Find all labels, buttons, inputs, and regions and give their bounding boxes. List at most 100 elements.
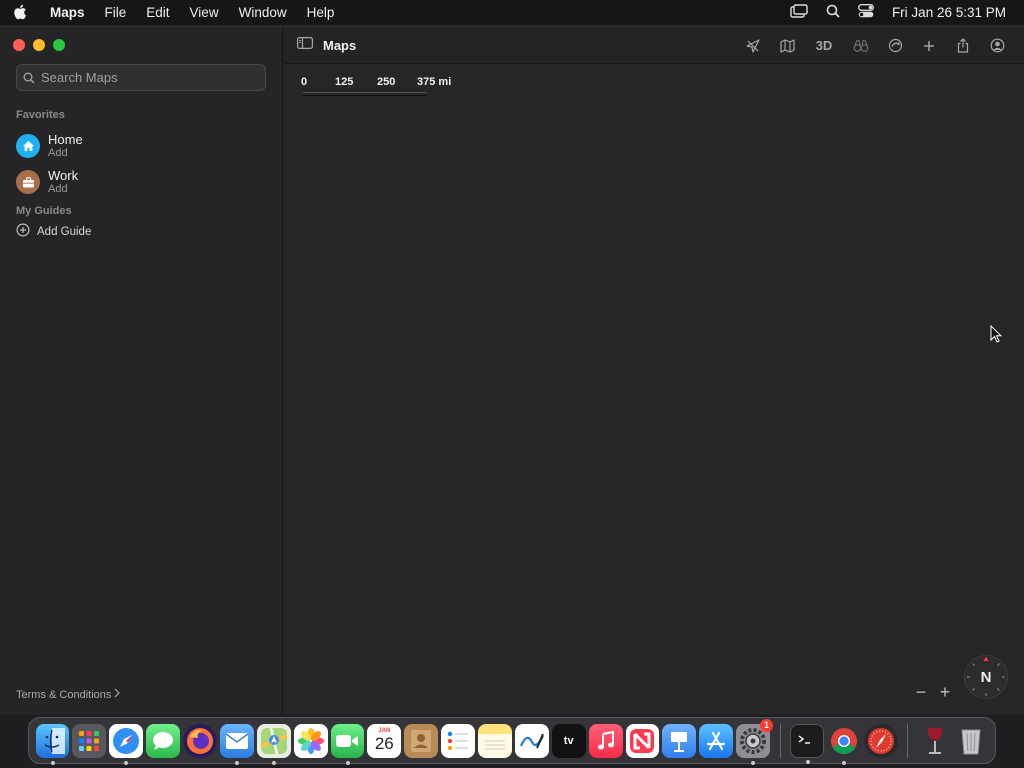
running-indicator (806, 759, 810, 764)
contacts-icon (411, 729, 432, 752)
dock-apple-tv[interactable]: tv (551, 723, 586, 758)
zoom-in-button[interactable]: + (938, 682, 952, 702)
menu-help[interactable]: Help (297, 5, 345, 20)
favorite-home-label: Home (48, 132, 83, 147)
dock-chrome[interactable] (827, 724, 861, 765)
dock-wine[interactable] (918, 724, 952, 758)
zoom-controls: − + (914, 682, 952, 702)
map-view[interactable]: 0 125 250 375 mi − + N (284, 65, 1024, 715)
menu-app-name[interactable]: Maps (40, 5, 95, 20)
window-minimize-button[interactable] (33, 39, 45, 51)
3d-toggle-button[interactable]: 3D (804, 32, 844, 60)
music-note-icon (597, 730, 614, 749)
location-arrow-icon[interactable] (736, 32, 770, 60)
freeform-icon (519, 733, 544, 748)
apple-menu-icon[interactable] (0, 0, 40, 24)
map-icon[interactable] (770, 32, 804, 60)
dock-launchpad[interactable] (72, 723, 107, 758)
dock-terminal[interactable] (790, 723, 824, 764)
running-indicator (751, 760, 756, 765)
briefcase-icon (16, 170, 40, 194)
dock-maps[interactable] (256, 723, 291, 765)
compass-ticks-icon (967, 656, 1005, 696)
running-indicator (345, 760, 350, 765)
search-icon (17, 72, 41, 84)
maps-icon (259, 727, 288, 754)
wine-glass-icon (927, 727, 942, 754)
house-icon (16, 134, 40, 158)
menu-edit[interactable]: Edit (136, 5, 179, 20)
messages-icon (153, 731, 174, 750)
tracking-icon[interactable] (878, 32, 912, 60)
dock-system-settings[interactable]: 1 (736, 718, 773, 765)
dock-contacts[interactable] (404, 723, 439, 758)
dock-separator (907, 723, 909, 758)
dock-notes[interactable] (478, 723, 512, 758)
sidebar-toggle-icon[interactable] (297, 36, 314, 54)
dock-messages[interactable] (146, 723, 180, 758)
dock-reminders[interactable] (441, 723, 475, 758)
favorite-home[interactable]: Home Add (16, 132, 83, 160)
chrome-icon (830, 727, 857, 754)
dock-finder[interactable] (35, 723, 70, 765)
calendar-day: 26 (374, 734, 394, 753)
spotlight-search-icon[interactable] (826, 4, 840, 21)
mouse-pointer-icon (990, 324, 1003, 348)
dock-app-store[interactable] (699, 723, 734, 758)
add-guide-label: Add Guide (37, 225, 92, 238)
dock: JAN 26 tv 1 (28, 717, 996, 765)
dock-safari[interactable] (109, 723, 144, 765)
app-store-icon (707, 731, 726, 750)
dock-mail[interactable] (219, 723, 254, 765)
share-icon[interactable] (946, 32, 980, 60)
dock-music[interactable] (588, 723, 623, 758)
add-icon[interactable] (912, 32, 946, 60)
compass-button[interactable]: N (964, 655, 1008, 699)
menu-file[interactable]: File (95, 5, 137, 20)
news-icon (630, 728, 655, 753)
dock-firefox[interactable] (183, 723, 217, 758)
dock-keynote[interactable] (662, 723, 697, 758)
scale-label-250: 250 (377, 76, 396, 88)
account-icon[interactable] (980, 32, 1014, 60)
window-close-button[interactable] (13, 39, 25, 51)
dock-freeform[interactable] (514, 723, 549, 758)
favorite-work[interactable]: Work Add (16, 168, 78, 196)
map-scale: 0 125 250 375 mi (301, 76, 451, 88)
dock-news[interactable] (625, 723, 660, 758)
notes-icon (484, 740, 505, 749)
menu-window[interactable]: Window (229, 5, 297, 20)
trash-icon (961, 729, 981, 754)
terms-label: Terms & Conditions (16, 688, 112, 701)
dock-calendar[interactable]: JAN 26 (367, 723, 402, 758)
favorite-work-sub: Add (48, 183, 68, 195)
control-center-icon[interactable] (857, 3, 874, 21)
chevron-right-icon (114, 688, 121, 701)
dock-trash[interactable] (955, 724, 989, 758)
add-circle-icon (16, 223, 30, 240)
mail-icon (225, 732, 249, 749)
running-indicator (50, 760, 55, 765)
add-guide-button[interactable]: Add Guide (16, 223, 91, 240)
screen-mirroring-icon[interactable] (790, 3, 808, 21)
search-field[interactable] (16, 64, 266, 91)
dock-compass-app[interactable] (863, 723, 898, 758)
keynote-icon (671, 731, 688, 752)
dock-separator (779, 723, 781, 758)
zoom-out-button[interactable]: − (914, 682, 928, 702)
menu-bar-clock[interactable]: Fri Jan 26 5:31 PM (892, 5, 1006, 20)
menu-bar: Maps File Edit View Window Help Fri Jan … (0, 0, 1024, 24)
launchpad-icon (79, 730, 100, 751)
look-around-icon[interactable] (844, 32, 878, 60)
safari-icon (113, 727, 140, 754)
dock-photos[interactable] (293, 723, 328, 758)
terms-and-conditions-link[interactable]: Terms & Conditions (16, 688, 121, 701)
menu-view[interactable]: View (180, 5, 229, 20)
favorite-home-sub: Add (48, 147, 68, 159)
toolbar: Maps 3D (284, 27, 1024, 64)
window-zoom-button[interactable] (53, 39, 65, 51)
search-input[interactable] (41, 70, 251, 85)
photos-icon (297, 727, 324, 754)
notification-badge: 1 (760, 718, 773, 732)
dock-facetime[interactable] (330, 723, 365, 765)
